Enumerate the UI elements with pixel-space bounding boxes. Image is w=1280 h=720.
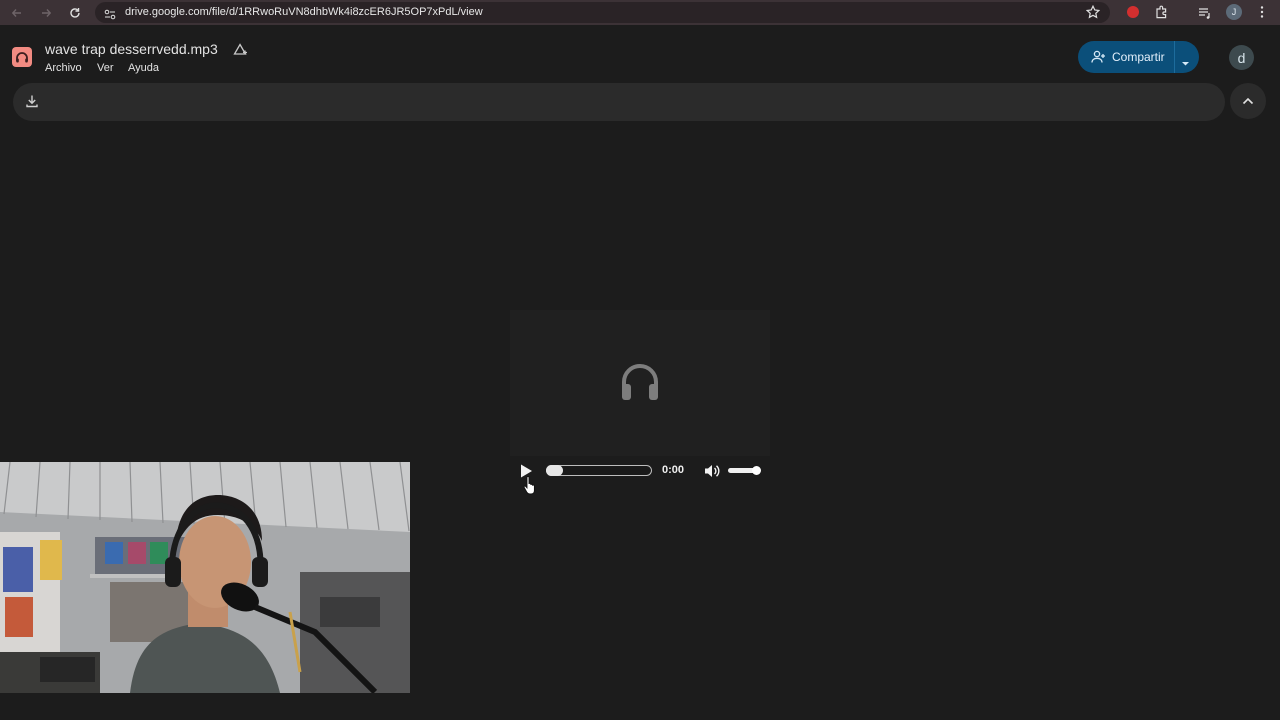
more-vertical-icon[interactable] (1256, 5, 1268, 24)
current-time: 0:00 (662, 464, 685, 476)
viewer-toolbar (13, 83, 1225, 121)
browser-toolbar: drive.google.com/file/d/1RRwoRuVN8dhbWk4… (0, 0, 1280, 25)
volume-icon (705, 465, 720, 477)
share-divider (1174, 41, 1175, 73)
menu-archivo[interactable]: Archivo (45, 62, 82, 74)
chevron-up-icon (1242, 97, 1254, 105)
collapse-toolbar-button[interactable] (1230, 83, 1266, 119)
drive-viewer-header: wave trap desserrvedd.mp3 Archivo Ver Ay… (0, 25, 1280, 83)
share-button[interactable]: Compartir (1078, 41, 1199, 73)
webcam-feed-image (0, 462, 410, 693)
url-text[interactable]: drive.google.com/file/d/1RRwoRuVN8dhbWk4… (125, 6, 483, 18)
seek-thumb[interactable] (546, 465, 563, 476)
share-button-label: Compartir (1112, 50, 1165, 64)
share-dropdown-icon[interactable] (1181, 54, 1190, 72)
address-bar[interactable]: drive.google.com/file/d/1RRwoRuVN8dhbWk4… (95, 2, 1110, 23)
audio-preview-card (510, 310, 770, 456)
back-arrow-icon[interactable] (8, 4, 26, 22)
menu-ayuda[interactable]: Ayuda (128, 62, 159, 74)
volume-thumb[interactable] (752, 466, 761, 475)
volume-button[interactable] (703, 462, 721, 485)
add-shortcut-drive-icon[interactable] (232, 42, 248, 63)
add-person-icon (1091, 50, 1106, 69)
menu-ver[interactable]: Ver (97, 62, 114, 74)
forward-arrow-icon[interactable] (37, 4, 55, 22)
audio-player: 0:00 (510, 456, 770, 495)
file-name: wave trap desserrvedd.mp3 (45, 41, 218, 57)
reload-icon[interactable] (66, 4, 84, 22)
media-queue-icon[interactable] (1198, 6, 1212, 24)
profile-avatar[interactable]: J (1226, 4, 1242, 20)
headphones-icon (620, 362, 660, 407)
audio-file-icon (12, 47, 32, 67)
webcam-overlay (0, 462, 410, 693)
download-icon[interactable] (25, 94, 39, 113)
extensions-puzzle-icon[interactable] (1155, 5, 1169, 24)
extension-record-icon[interactable] (1127, 6, 1139, 18)
account-avatar[interactable]: d (1229, 45, 1254, 70)
site-settings-icon[interactable] (104, 7, 116, 25)
bookmark-star-icon[interactable] (1085, 4, 1101, 24)
mouse-cursor-icon (523, 475, 539, 500)
